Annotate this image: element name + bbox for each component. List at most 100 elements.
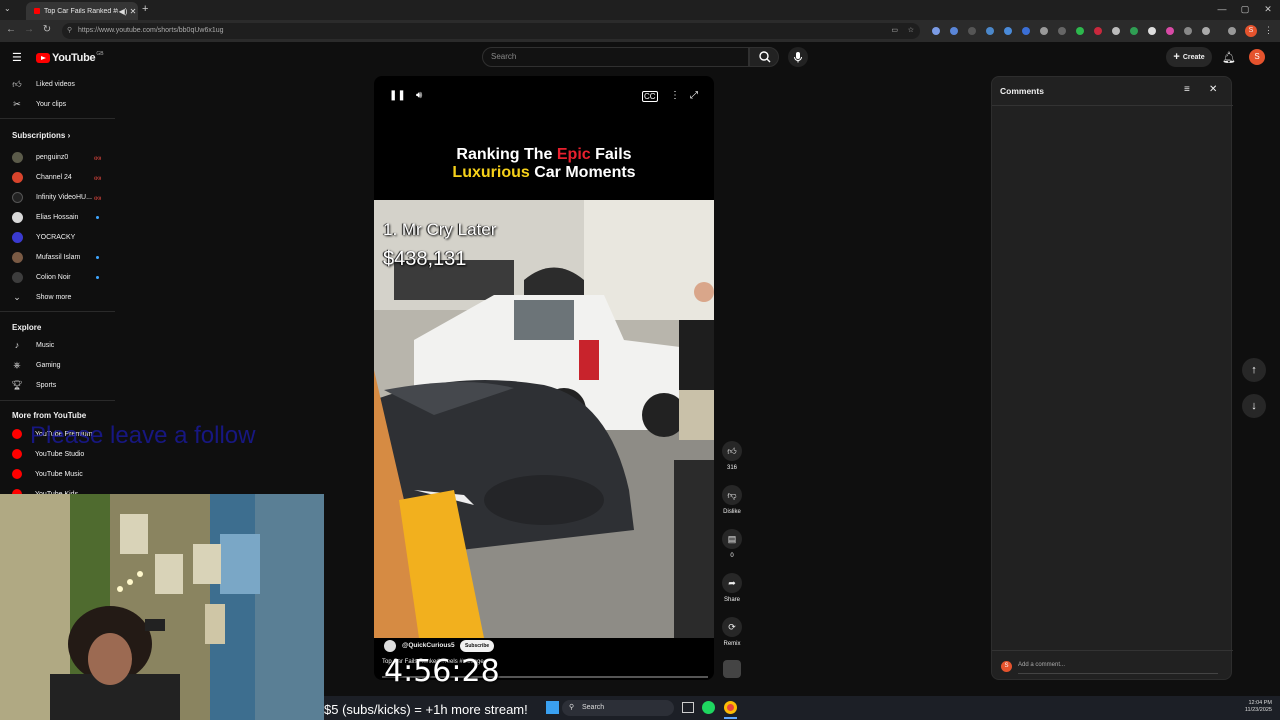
stream-timer: 4:56:28 xyxy=(384,654,500,689)
tab-close-icon[interactable]: ✕ xyxy=(128,7,138,16)
bookmark-star-icon[interactable]: ☆ xyxy=(908,23,914,39)
comments-button[interactable]: ▤ 0 xyxy=(720,529,744,559)
sidebar-item-your-clips[interactable]: ✂ Your clips xyxy=(0,95,115,113)
close-icon[interactable]: ✕ xyxy=(1209,84,1217,95)
search-button[interactable] xyxy=(749,47,779,67)
sidebar-item-gaming[interactable]: ⎈ Gaming xyxy=(0,356,115,374)
create-button[interactable]: + Create xyxy=(1166,47,1212,67)
sidebar-show-more[interactable]: ⌄ Show more xyxy=(0,288,115,306)
browser-tab-active[interactable]: Top Car Fails Ranked #reels ◀) ✕ xyxy=(26,2,138,20)
hamburger-menu-icon[interactable]: ☰ xyxy=(12,51,22,64)
extension-icon[interactable] xyxy=(986,27,994,35)
subscribe-button[interactable]: Subscribe xyxy=(460,640,495,652)
spotify-icon[interactable] xyxy=(702,701,715,714)
extension-icon[interactable] xyxy=(968,27,976,35)
shorts-video-player[interactable]: ❚❚ 🔊︎ CC ⋮ ⤢ Ranking The Epic Fails Luxu… xyxy=(374,76,714,680)
search-icon xyxy=(759,51,771,63)
youtube-logo[interactable]: YouTube GB xyxy=(36,51,104,64)
back-icon[interactable]: ← xyxy=(4,24,18,35)
sidebar-subscription[interactable]: Elias Hossain xyxy=(0,208,115,226)
sidebar-item-liked-videos[interactable]: 👍︎ Liked videos xyxy=(0,75,115,93)
pause-icon[interactable]: ❚❚ xyxy=(389,90,406,101)
comments-panel: Comments ≡ ✕ S Add a comment... xyxy=(991,76,1233,680)
voice-search-button[interactable] xyxy=(788,47,808,67)
sidebar-subscription[interactable]: Mufassil Islam xyxy=(0,248,115,266)
forward-icon[interactable]: → xyxy=(22,24,36,35)
windows-start-icon[interactable] xyxy=(546,701,559,714)
share-label: Share xyxy=(723,597,740,603)
extension-icon[interactable] xyxy=(1004,27,1012,35)
tab-audio-icon[interactable]: ◀) xyxy=(118,7,128,16)
task-view-icon[interactable] xyxy=(682,702,694,713)
extension-icon[interactable] xyxy=(950,27,958,35)
extension-icon[interactable] xyxy=(932,27,940,35)
youtube-logo-text: YouTube xyxy=(52,52,96,64)
chrome-profile-avatar[interactable]: S xyxy=(1245,25,1257,37)
sidebar-item-label: Sports xyxy=(36,381,57,389)
maximize-icon[interactable]: ▢ xyxy=(1235,4,1255,15)
comment-input-underline xyxy=(1018,673,1218,674)
extension-icon[interactable] xyxy=(1022,27,1030,35)
minimize-icon[interactable]: — xyxy=(1212,4,1232,14)
channel-avatar xyxy=(12,191,23,203)
fullscreen-icon[interactable]: ⤢ xyxy=(690,90,698,101)
address-bar[interactable]: ⚲ https://www.youtube.com/shorts/bb0qUw6… xyxy=(62,23,920,39)
sidebar-item-music[interactable]: ♪ Music xyxy=(0,336,115,354)
extension-icon[interactable] xyxy=(1094,27,1102,35)
sidebar-subscription[interactable]: Infinity VideoHU... ((•)) xyxy=(0,188,115,206)
tab-groups-icon[interactable] xyxy=(1228,27,1236,35)
reload-icon[interactable]: ↻ xyxy=(40,24,54,35)
remix-button[interactable]: ⟳ Remix xyxy=(720,617,744,647)
sort-icon[interactable]: ≡ xyxy=(1184,84,1190,95)
site-info-icon[interactable]: ⚲ xyxy=(67,23,72,39)
country-code: GB xyxy=(96,51,104,57)
extension-icon[interactable] xyxy=(1112,27,1120,35)
volume-icon[interactable]: 🔊︎ xyxy=(416,90,422,101)
sidebar-item-youtube-music[interactable]: YouTube Music xyxy=(0,465,115,483)
sidebar-divider xyxy=(0,118,115,119)
sidebar-subscription[interactable]: Channel 24 ((•)) xyxy=(0,168,115,186)
share-button[interactable]: ➦ Share xyxy=(720,573,744,603)
extension-icon[interactable] xyxy=(1076,27,1084,35)
channel-name: Channel 24 xyxy=(36,173,72,181)
sidebar-subscription[interactable]: YOCRACKY xyxy=(0,228,115,246)
sidebar-item-sports[interactable]: 🏆︎ Sports xyxy=(0,376,115,394)
channel-avatar[interactable] xyxy=(384,640,396,652)
new-tab-button[interactable]: + xyxy=(142,3,148,15)
account-avatar[interactable]: S xyxy=(1249,49,1265,65)
notifications-bell-icon[interactable]: 🔔︎ xyxy=(1222,51,1236,64)
sidebar-subscription[interactable]: Colion Noir xyxy=(0,268,115,286)
tab-title: Top Car Fails Ranked #reels xyxy=(44,7,118,15)
sidebar-item-label: Gaming xyxy=(36,361,61,369)
youtube-favicon-icon xyxy=(34,8,40,14)
music-note-icon: ♪ xyxy=(14,340,20,350)
extensions-puzzle-icon[interactable] xyxy=(1202,27,1210,35)
tab-search-icon[interactable]: ⌄ xyxy=(4,4,11,13)
chrome-icon[interactable] xyxy=(724,701,737,714)
dislike-button[interactable]: 👎︎ Dislike xyxy=(720,485,744,515)
extension-icon[interactable] xyxy=(1040,27,1048,35)
clock-time: 12:04 PM xyxy=(1248,700,1272,706)
previous-short-button[interactable]: ↑ xyxy=(1242,358,1266,382)
extension-icon[interactable] xyxy=(1148,27,1156,35)
extension-icon[interactable] xyxy=(1058,27,1066,35)
window-close-icon[interactable]: ✕ xyxy=(1258,4,1278,15)
search-input[interactable]: Search xyxy=(482,47,749,67)
extension-icon[interactable] xyxy=(1166,27,1174,35)
cast-icon[interactable]: ▭ xyxy=(891,23,898,39)
like-button[interactable]: 👍︎ 316 xyxy=(720,441,744,471)
taskbar-search[interactable]: ⚲ Search xyxy=(562,700,674,716)
subscriptions-heading[interactable]: Subscriptions › xyxy=(12,131,70,140)
captions-icon[interactable]: CC xyxy=(642,91,658,102)
extension-icon[interactable] xyxy=(1130,27,1138,35)
add-comment-input[interactable]: Add a comment... xyxy=(1018,662,1065,668)
extension-icon[interactable] xyxy=(1184,27,1192,35)
next-short-button[interactable]: ↓ xyxy=(1242,394,1266,418)
browser-tab-strip: ⌄ Top Car Fails Ranked #reels ◀) ✕ + — ▢… xyxy=(0,0,1280,20)
trophy-icon: 🏆︎ xyxy=(11,379,23,390)
channel-handle[interactable]: @QuickCurious5 xyxy=(402,642,455,649)
sidebar-subscription[interactable]: penguinz0 ((•)) xyxy=(0,148,115,166)
sound-thumbnail[interactable] xyxy=(723,660,741,678)
chrome-menu-icon[interactable]: ⋮ xyxy=(1264,25,1273,36)
more-options-icon[interactable]: ⋮ xyxy=(670,90,680,101)
